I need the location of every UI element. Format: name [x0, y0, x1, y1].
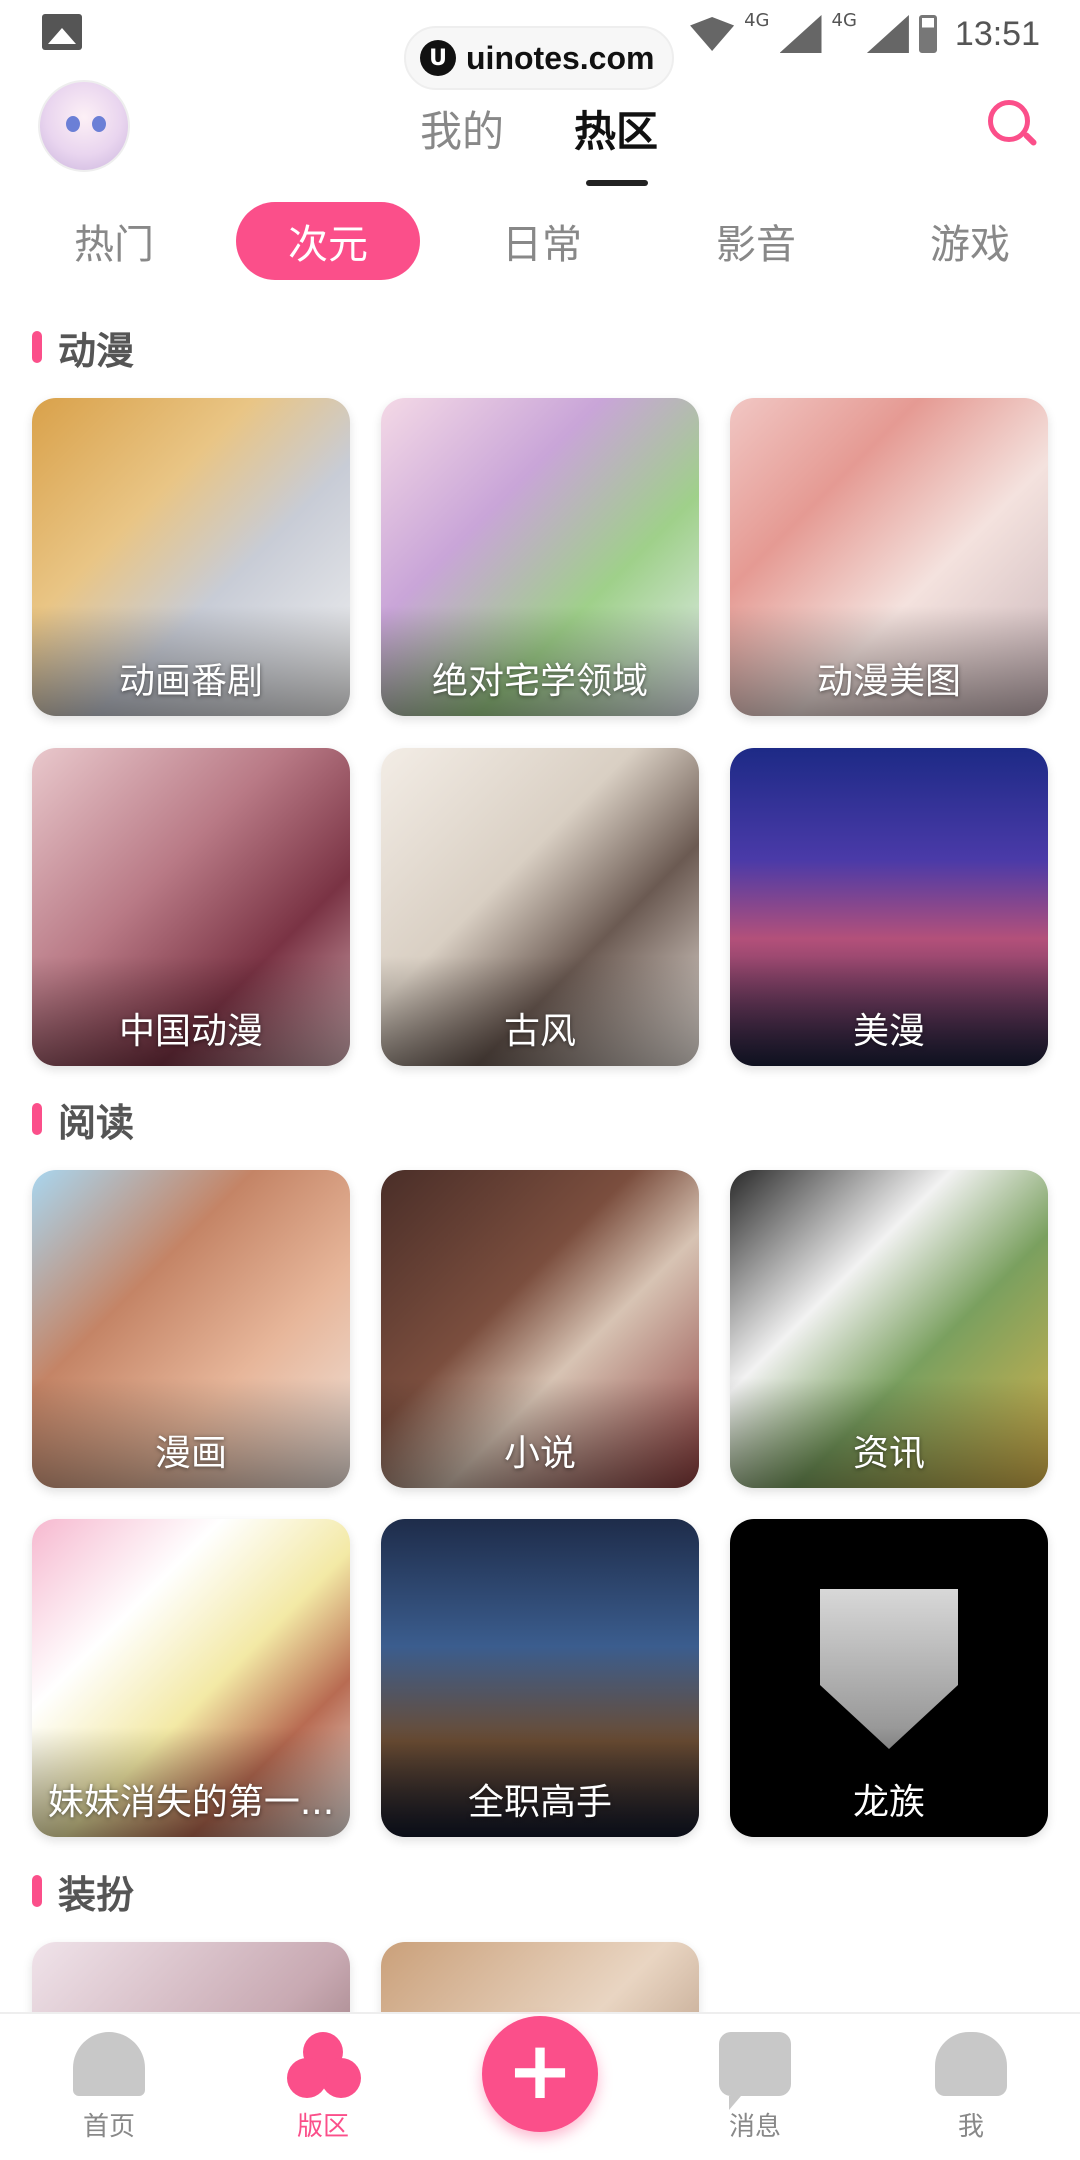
section-marker [32, 331, 42, 363]
create-post-button[interactable]: + [482, 2016, 598, 2132]
board-card-label: 小说 [503, 1433, 576, 1474]
watermark-text: uinotes.com [466, 39, 655, 76]
profile-icon [935, 2032, 1007, 2096]
message-icon [719, 2032, 791, 2110]
section-title: 动漫 [58, 328, 135, 373]
category-daily[interactable]: 日常 [450, 202, 634, 280]
nav-profile[interactable]: 我 [906, 2032, 1036, 2143]
status-icons: 4G 4G 13:51 [690, 6, 1040, 62]
nav-messages[interactable]: 消息 [690, 2032, 820, 2143]
clock: 13:51 [954, 14, 1040, 53]
board-card[interactable]: 古风 [381, 748, 699, 1066]
section-header-reading: 阅读 [32, 1094, 135, 1145]
board-card[interactable]: 全职高手 [381, 1519, 699, 1837]
board-card-label: 绝对宅学领域 [431, 661, 648, 702]
board-card-label: 漫画 [154, 1433, 227, 1474]
nav-label: 消息 [728, 2112, 781, 2142]
board-card[interactable]: 小说 [381, 1170, 699, 1488]
board-card-label: 中国动漫 [118, 1011, 263, 1052]
board-card[interactable]: 龙族 [730, 1519, 1048, 1837]
search-button[interactable] [988, 100, 1038, 156]
board-card[interactable]: 妹妹消失的第一... [32, 1519, 350, 1837]
board-card[interactable]: 美漫 [730, 748, 1048, 1066]
section-title: 装扮 [58, 1872, 135, 1917]
section-marker [32, 1103, 42, 1135]
network-type-label-2: 4G [831, 10, 857, 31]
board-card[interactable]: 资讯 [730, 1170, 1048, 1488]
battery-icon [918, 15, 937, 53]
signal-icon-2 [866, 15, 909, 53]
plus-icon: + [506, 2024, 574, 2117]
category-tabs: 热门 次元 日常 影音 游戏 [22, 202, 1062, 280]
gallery-notification-icon [42, 14, 82, 50]
shield-icon [820, 1589, 958, 1749]
board-card-label: 龙族 [852, 1782, 925, 1823]
board-card-label: 动漫美图 [816, 661, 961, 702]
section-marker [32, 1875, 42, 1907]
category-games[interactable]: 游戏 [878, 202, 1062, 280]
board-card-label: 动画番剧 [118, 661, 263, 702]
forum-icon [287, 2032, 361, 2098]
category-media[interactable]: 影音 [664, 202, 848, 280]
user-avatar[interactable] [38, 80, 130, 172]
board-card[interactable]: 中国动漫 [32, 748, 350, 1066]
board-card-label: 美漫 [852, 1011, 925, 1052]
board-card-label: 妹妹消失的第一... [47, 1782, 335, 1823]
signal-icon [779, 15, 822, 53]
active-tab-indicator [586, 180, 648, 186]
top-tabs: 我的 热区 [420, 98, 658, 159]
home-icon [73, 2032, 145, 2096]
board-card-label: 古风 [503, 1011, 576, 1052]
nav-label: 首页 [82, 2112, 135, 2142]
section-header-dress-up: 装扮 [32, 1866, 135, 1917]
nav-label: 版区 [296, 2112, 349, 2142]
watermark: U uinotes.com [404, 26, 675, 90]
network-type-label: 4G [744, 10, 770, 31]
nav-home[interactable]: 首页 [44, 2032, 174, 2143]
search-icon-handle [1022, 131, 1038, 147]
wifi-icon [690, 17, 735, 51]
category-acg[interactable]: 次元 [236, 202, 420, 280]
nav-forums[interactable]: 版区 [258, 2032, 388, 2143]
section-header-anime: 动漫 [32, 322, 135, 373]
nav-label: 我 [957, 2112, 984, 2142]
board-card[interactable]: 动画番剧 [32, 398, 350, 716]
board-card[interactable]: 漫画 [32, 1170, 350, 1488]
board-card-label: 全职高手 [467, 1782, 612, 1823]
category-hot[interactable]: 热门 [22, 202, 206, 280]
tab-mine[interactable]: 我的 [420, 98, 504, 159]
section-title: 阅读 [58, 1100, 135, 1145]
tab-hot-zone[interactable]: 热区 [574, 98, 658, 159]
watermark-logo-icon: U [420, 40, 456, 76]
board-card[interactable]: 绝对宅学领域 [381, 398, 699, 716]
board-card-label: 资讯 [852, 1433, 925, 1474]
board-card[interactable]: 动漫美图 [730, 398, 1048, 716]
